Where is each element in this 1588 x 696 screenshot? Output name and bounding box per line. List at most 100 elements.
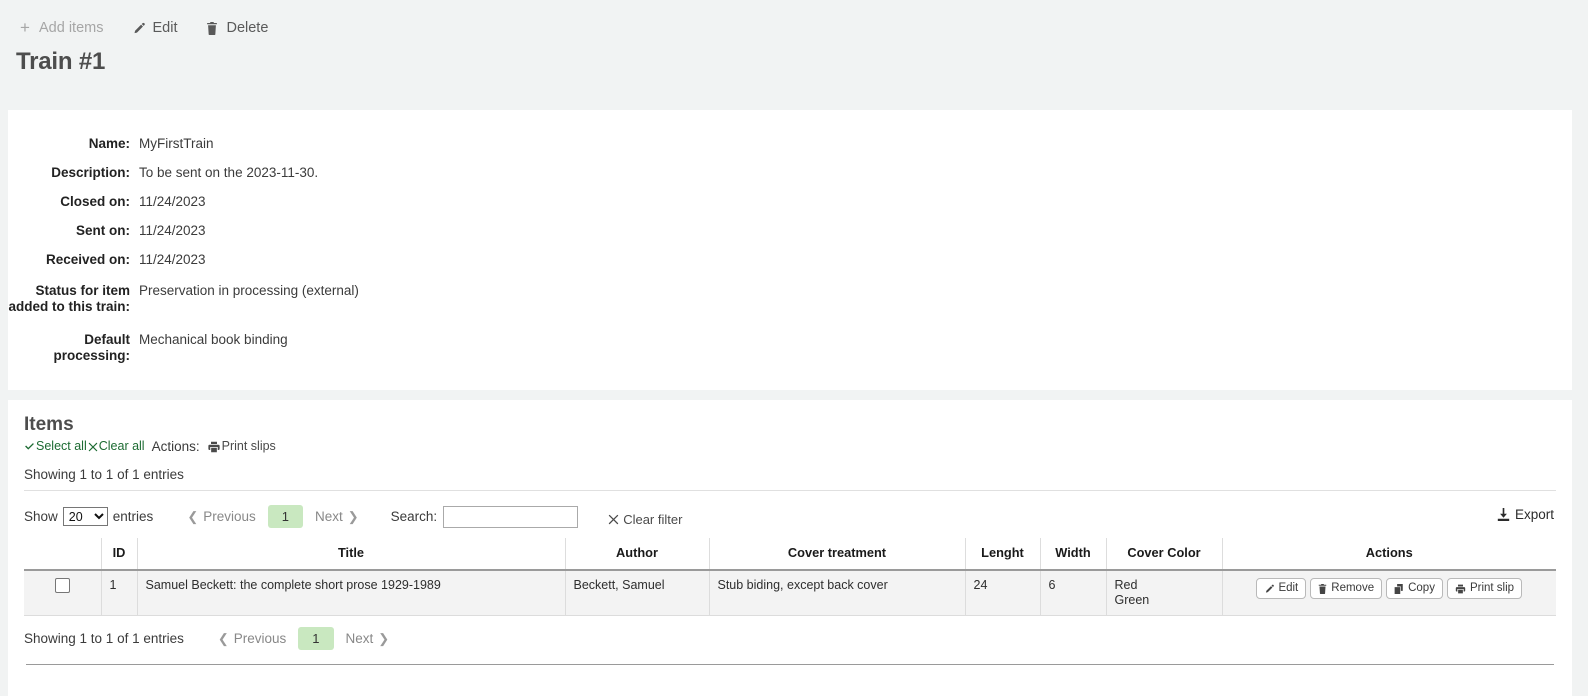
clear-all-label: Clear all [99, 439, 145, 454]
detail-row-description: Description: To be sent on the 2023-11-3… [8, 165, 1572, 181]
cover-color-line-1: Red [1115, 578, 1214, 593]
column-width[interactable]: Width [1040, 538, 1106, 570]
column-cover-treatment[interactable]: Cover treatment [709, 538, 965, 570]
items-card: Items Select all Clear all Actions: Prin… [8, 400, 1572, 696]
check-icon [24, 441, 35, 452]
column-id[interactable]: ID [101, 538, 137, 570]
footer-divider [26, 664, 1554, 665]
cell-actions: Edit Remove Copy [1222, 570, 1556, 616]
detail-row-closed-on: Closed on: 11/24/2023 [8, 194, 1572, 210]
entries-label: entries [113, 509, 154, 524]
clear-filter-label: Clear filter [623, 512, 682, 527]
add-items-label: Add items [39, 21, 103, 36]
search-control: Search: [391, 506, 579, 528]
x-icon [88, 442, 98, 452]
copy-icon [1394, 584, 1404, 594]
cell-cover-color: Red Green [1106, 570, 1222, 616]
page-length-control: Show 2050100All entries [24, 507, 153, 526]
next-page-button[interactable]: Next ❯ [305, 506, 369, 528]
table-header-row: ID Title Author Cover treatment Lenght W… [24, 538, 1556, 570]
row-edit-label: Edit [1278, 582, 1298, 595]
cell-width: 6 [1040, 570, 1106, 616]
search-label: Search: [391, 509, 438, 524]
detail-row-received-on: Received on: 11/24/2023 [8, 252, 1572, 268]
chevron-right-icon: ❯ [378, 631, 389, 647]
table-row: 1 Samuel Beckett: the complete short pro… [24, 570, 1556, 616]
detail-label: Name: [8, 136, 130, 152]
pencil-icon [131, 21, 145, 35]
cell-id: 1 [101, 570, 137, 616]
detail-label: Description: [8, 165, 130, 181]
previous-page-button-bottom[interactable]: ❮ Previous [208, 628, 296, 650]
chevron-left-icon: ❮ [187, 509, 198, 525]
export-button[interactable]: Export [1497, 507, 1554, 522]
delete-label: Delete [226, 21, 268, 36]
next-page-button-bottom[interactable]: Next ❯ [336, 628, 400, 650]
train-detail-card: Name: MyFirstTrain Description: To be se… [8, 110, 1572, 390]
detail-value: To be sent on the 2023-11-30. [139, 165, 318, 181]
column-actions: Actions [1222, 538, 1556, 570]
detail-label: Closed on: [8, 194, 130, 210]
page-length-select[interactable]: 2050100All [63, 507, 108, 526]
x-icon [608, 514, 619, 525]
page-number-button[interactable]: 1 [268, 505, 303, 528]
detail-label: Status for item added to this train: [8, 283, 130, 315]
previous-page-button[interactable]: ❮ Previous [177, 506, 265, 528]
search-input[interactable] [443, 506, 578, 528]
add-items-button[interactable]: + Add items [18, 21, 103, 36]
clear-all-link[interactable]: Clear all [87, 439, 145, 454]
column-lenght[interactable]: Lenght [965, 538, 1040, 570]
row-checkbox[interactable] [55, 578, 70, 593]
selection-actions-bar: Select all Clear all Actions: Print slip… [24, 439, 1556, 454]
actions-label: Actions: [152, 439, 200, 454]
detail-value: 11/24/2023 [139, 252, 206, 268]
column-cover-color[interactable]: Cover Color [1106, 538, 1222, 570]
row-print-slip-button[interactable]: Print slip [1447, 578, 1522, 599]
detail-value: Preservation in processing (external) [139, 283, 359, 315]
export-label: Export [1515, 507, 1554, 522]
show-label: Show [24, 509, 58, 524]
detail-row-name: Name: MyFirstTrain [8, 136, 1572, 152]
detail-label: Sent on: [8, 223, 130, 239]
detail-value: Mechanical book binding [139, 332, 288, 364]
showing-entries-bottom: Showing 1 to 1 of 1 entries [24, 631, 184, 646]
trash-icon [205, 21, 219, 35]
download-icon [1497, 508, 1510, 521]
cell-cover-treatment: Stub biding, except back cover [709, 570, 965, 616]
trash-icon [1318, 584, 1327, 594]
row-select-cell [24, 570, 101, 616]
print-slips-label: Print slips [222, 439, 276, 454]
next-label: Next [346, 631, 374, 646]
detail-value: MyFirstTrain [139, 136, 214, 152]
chevron-left-icon: ❮ [218, 631, 229, 647]
row-remove-label: Remove [1331, 582, 1374, 595]
cell-title: Samuel Beckett: the complete short prose… [137, 570, 565, 616]
row-remove-button[interactable]: Remove [1310, 578, 1382, 599]
row-copy-label: Copy [1408, 582, 1435, 595]
page-number-button-bottom[interactable]: 1 [298, 627, 333, 650]
plus-icon: + [18, 21, 32, 35]
table-body: 1 Samuel Beckett: the complete short pro… [24, 570, 1556, 616]
select-all-link[interactable]: Select all [24, 439, 87, 454]
clear-filter-button[interactable]: Clear filter [608, 512, 682, 528]
page-title: Train #1 [16, 48, 1588, 76]
items-table: ID Title Author Cover treatment Lenght W… [24, 538, 1556, 616]
column-title[interactable]: Title [137, 538, 565, 570]
datatable-controls: Show 2050100All entries ❮ Previous 1 Nex… [24, 491, 1556, 538]
cell-author: Beckett, Samuel [565, 570, 709, 616]
delete-button[interactable]: Delete [205, 21, 268, 36]
detail-row-status: Status for item added to this train: Pre… [8, 283, 1572, 315]
select-all-label: Select all [36, 439, 87, 454]
chevron-right-icon: ❯ [348, 509, 359, 525]
row-edit-button[interactable]: Edit [1256, 578, 1306, 599]
printer-icon [208, 441, 220, 453]
previous-label: Previous [234, 631, 287, 646]
row-copy-button[interactable]: Copy [1386, 578, 1443, 599]
edit-button[interactable]: Edit [131, 21, 177, 36]
print-slips-button[interactable]: Print slips [208, 439, 276, 454]
printer-icon [1455, 584, 1466, 594]
column-author[interactable]: Author [565, 538, 709, 570]
pencil-icon [1264, 584, 1274, 594]
detail-row-sent-on: Sent on: 11/24/2023 [8, 223, 1572, 239]
column-select [24, 538, 101, 570]
